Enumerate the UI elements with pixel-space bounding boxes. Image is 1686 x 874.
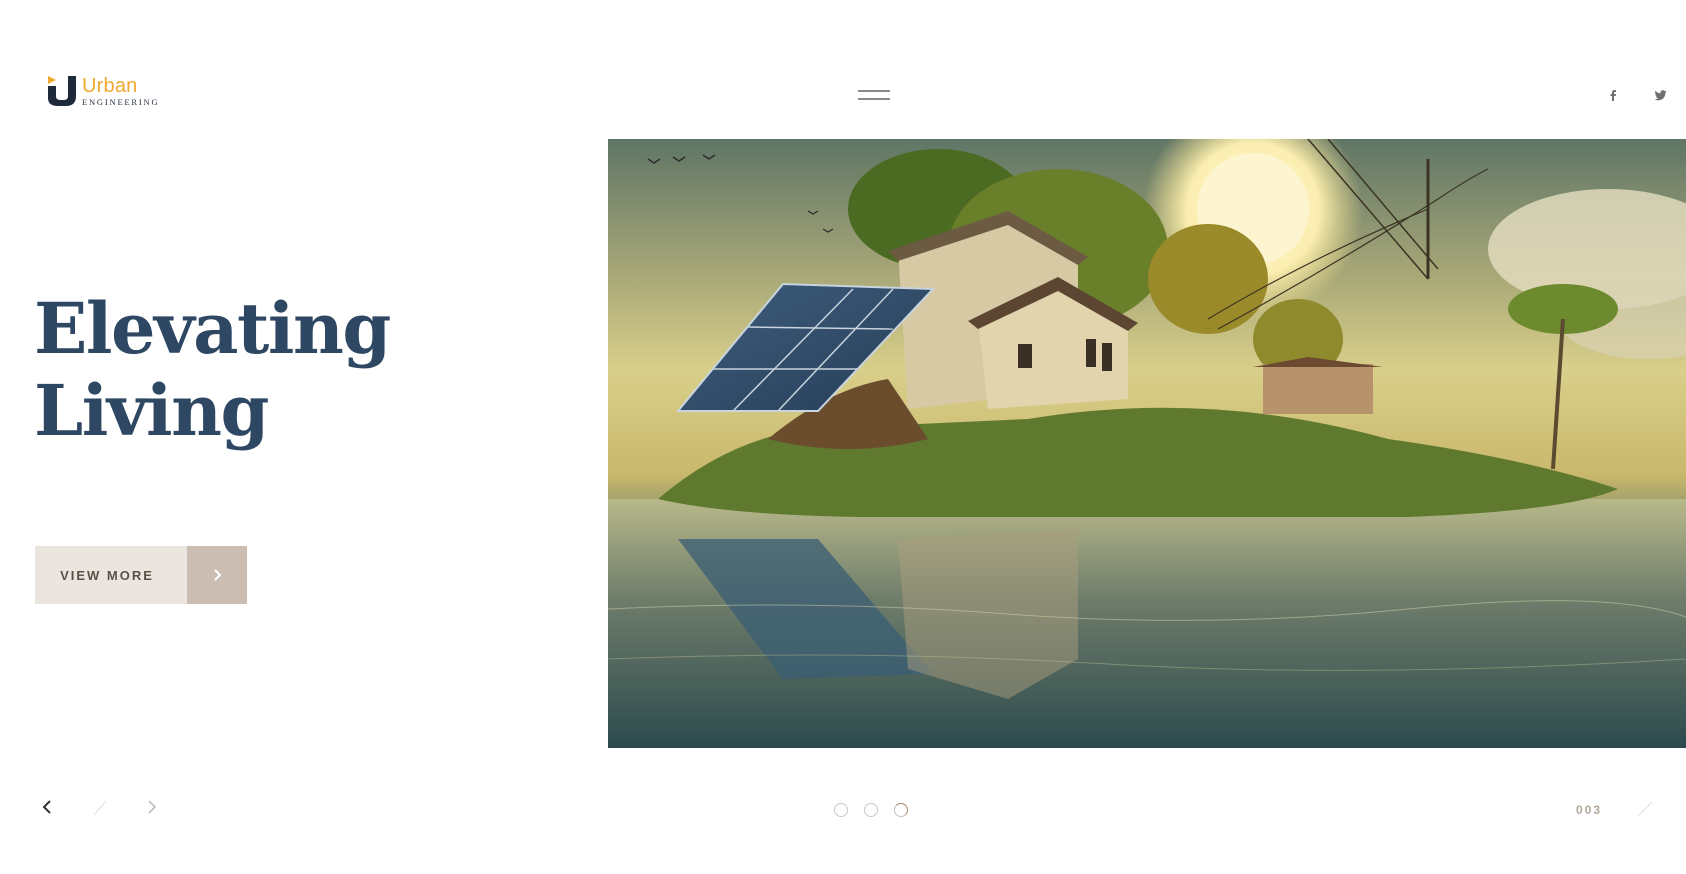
brand-logo[interactable]: Urban ENGINEERING xyxy=(46,74,159,108)
twitter-icon[interactable] xyxy=(1653,87,1669,103)
slash-divider-icon xyxy=(93,800,107,816)
hero-image xyxy=(608,139,1686,748)
slider-dot[interactable] xyxy=(834,803,848,817)
hamburger-line xyxy=(858,90,890,92)
slide-counter: 003 xyxy=(1576,803,1603,817)
brand-name: Urban xyxy=(82,74,138,97)
slider-pagination xyxy=(834,803,908,817)
page: Urban ENGINEERING Elevating Living VIEW … xyxy=(0,0,1686,874)
hamburger-icon[interactable] xyxy=(858,88,890,102)
view-more-button[interactable]: VIEW MORE xyxy=(35,546,247,604)
hamburger-line xyxy=(858,98,890,100)
hero-title: Elevating Living xyxy=(34,287,391,452)
slider-dot[interactable] xyxy=(864,803,878,817)
social-links xyxy=(1605,87,1669,103)
hero-illustration xyxy=(608,139,1686,748)
brand-tagline: ENGINEERING xyxy=(82,96,160,107)
slider-dot-active[interactable] xyxy=(894,803,908,817)
logo-mark-icon xyxy=(48,76,76,106)
chevron-right-icon xyxy=(187,546,247,604)
chevron-right-icon[interactable] xyxy=(143,798,161,816)
chevron-left-icon[interactable] xyxy=(38,798,56,816)
hero-title-line: Elevating xyxy=(34,287,391,370)
hero-title-line: Living xyxy=(34,369,269,452)
view-more-label: VIEW MORE xyxy=(35,546,187,604)
slash-divider-icon xyxy=(1637,801,1653,817)
facebook-icon[interactable] xyxy=(1605,87,1621,103)
